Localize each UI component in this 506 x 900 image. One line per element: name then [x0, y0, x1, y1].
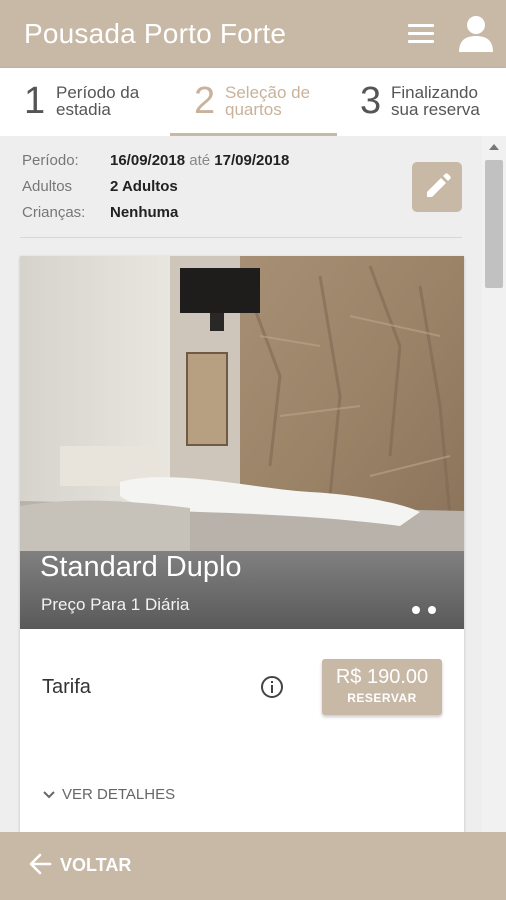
step-label: Seleção de quartos — [225, 83, 311, 119]
ver-detalhes-button[interactable]: VER DETALHES — [42, 786, 175, 803]
room-price-note: Preço Para 1 Diária — [41, 595, 190, 614]
arrow-left-icon — [29, 853, 52, 875]
adultos-value: 2 Adultos — [110, 178, 178, 195]
booking-steps: 1 Período da estadia 2 Seleção de quarto… — [0, 68, 506, 136]
main-content[interactable]: Período: 16/09/2018 até 17/09/2018 Adult… — [0, 136, 482, 832]
step-number: 2 — [194, 80, 216, 122]
adultos-label: Adultos — [22, 178, 73, 195]
criancas-label: Crianças: — [22, 204, 86, 221]
step-number: 3 — [360, 80, 382, 122]
reserve-button[interactable]: R$ 190.00 RESERVAR — [322, 659, 442, 715]
hamburger-menu-icon[interactable] — [404, 20, 438, 48]
chevron-down-icon — [43, 791, 55, 799]
back-label: VOLTAR — [60, 855, 132, 875]
step-label: Finalizando sua reserva — [391, 83, 480, 119]
periodo-label: Período: — [22, 152, 79, 169]
bottom-bar: VOLTAR — [0, 832, 506, 900]
step-quartos[interactable]: 2 Seleção de quartos — [170, 68, 337, 136]
app-title: Pousada Porto Forte — [24, 18, 287, 49]
criancas-value: Nenhuma — [110, 204, 179, 221]
edit-booking-button[interactable] — [412, 162, 462, 212]
reserve-label: RESERVAR — [347, 691, 417, 705]
carousel-dot[interactable] — [428, 606, 436, 614]
carousel-dot[interactable] — [412, 606, 420, 614]
step-finalizando[interactable]: 3 Finalizando sua reserva — [338, 68, 506, 136]
back-button[interactable]: VOLTAR — [28, 852, 131, 880]
info-icon[interactable] — [260, 675, 284, 699]
tarifa-label: Tarifa — [42, 676, 91, 698]
step-number: 1 — [24, 80, 46, 122]
room-name: Standard Duplo — [40, 551, 242, 583]
ver-detalhes-label: VER DETALHES — [62, 786, 176, 803]
step-label: Período da estadia — [56, 83, 140, 119]
pencil-icon — [427, 173, 451, 197]
scroll-up-arrow-icon[interactable] — [489, 144, 499, 150]
photo-carousel-dots[interactable] — [412, 606, 442, 616]
room-card: Standard Duplo Preço Para 1 Diária Tarif… — [20, 256, 464, 832]
scrollbar-thumb[interactable] — [485, 160, 503, 288]
periodo-value: 16/09/2018 até 17/09/2018 — [110, 152, 290, 169]
scrollbar[interactable] — [482, 136, 506, 832]
step-periodo[interactable]: 1 Período da estadia — [0, 68, 168, 136]
user-icon[interactable] — [456, 14, 496, 54]
summary-divider — [20, 237, 462, 238]
room-price: R$ 190.00 — [335, 666, 429, 688]
app-bar: Pousada Porto Forte — [0, 0, 506, 68]
